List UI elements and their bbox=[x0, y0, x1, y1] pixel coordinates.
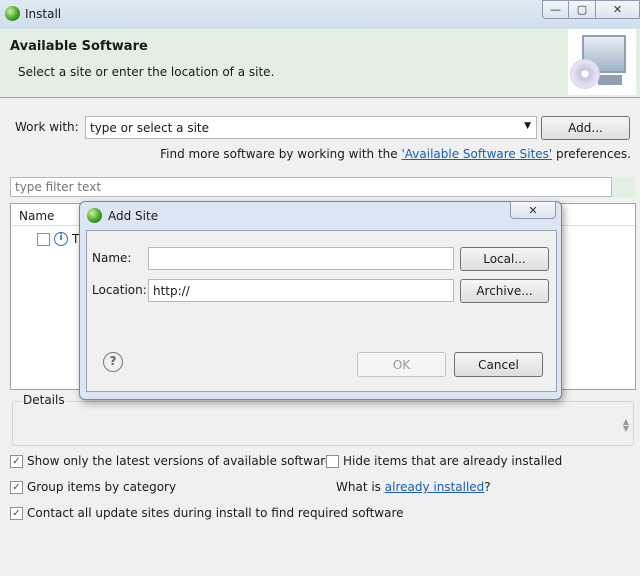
install-computer-icon bbox=[568, 29, 636, 95]
dialog-close-button[interactable]: ✕ bbox=[510, 201, 556, 219]
maximize-button[interactable]: ▢ bbox=[568, 0, 596, 19]
find-more-suffix: preferences. bbox=[552, 147, 631, 161]
page-subtitle: Select a site or enter the location of a… bbox=[18, 65, 275, 79]
what-is-installed: What is already installed? bbox=[336, 480, 491, 494]
location-label: Location: bbox=[92, 283, 147, 297]
what-is-prefix: What is bbox=[336, 480, 385, 494]
show-latest-checkbox[interactable]: ✓ bbox=[10, 454, 23, 468]
archive-button[interactable]: Archive... bbox=[460, 279, 549, 303]
details-scrollbar[interactable]: ▲ ▼ bbox=[623, 418, 629, 433]
wizard-header: Available Software Select a site or ente… bbox=[0, 29, 640, 98]
work-with-combo[interactable]: type or select a site ▼ bbox=[85, 116, 537, 139]
name-label: Name: bbox=[92, 251, 132, 265]
info-icon: i bbox=[54, 232, 68, 246]
hide-installed-checkbox[interactable] bbox=[326, 454, 339, 468]
column-name[interactable]: Name bbox=[19, 209, 54, 223]
add-button[interactable]: Add... bbox=[541, 116, 630, 140]
show-latest-label: Show only the latest versions of availab… bbox=[27, 454, 333, 468]
dropdown-arrow-icon[interactable]: ▼ bbox=[524, 121, 531, 131]
eclipse-icon bbox=[87, 208, 102, 223]
group-category-checkbox[interactable]: ✓ bbox=[10, 480, 23, 494]
hide-installed-label: Hide items that are already installed bbox=[343, 454, 563, 468]
group-category-label: Group items by category bbox=[27, 480, 177, 494]
contact-all-option[interactable]: ✓ Contact all update sites during install… bbox=[10, 506, 404, 520]
add-site-dialog: Add Site ✕ Name: Local... Location: http… bbox=[79, 201, 562, 400]
table-row[interactable]: i T bbox=[37, 232, 79, 246]
minimize-button[interactable]: — bbox=[542, 0, 569, 19]
contact-all-label: Contact all update sites during install … bbox=[27, 506, 404, 520]
dialog-content: Name: Local... Location: http:// Archive… bbox=[86, 230, 557, 392]
page-title: Available Software bbox=[10, 39, 148, 54]
details-label: Details bbox=[21, 393, 67, 407]
location-input[interactable]: http:// bbox=[148, 279, 454, 302]
work-with-value: type or select a site bbox=[90, 120, 210, 135]
work-with-label: Work with: bbox=[15, 120, 79, 134]
already-installed-link[interactable]: already installed bbox=[385, 480, 485, 494]
clear-filter-button[interactable] bbox=[613, 177, 635, 197]
find-more-text: Find more software by working with the '… bbox=[160, 147, 631, 161]
filter-input[interactable] bbox=[10, 177, 612, 197]
window-title: Install bbox=[25, 7, 62, 21]
eclipse-icon bbox=[5, 6, 20, 21]
title-bar: Install — ▢ ✕ bbox=[0, 0, 640, 29]
close-button[interactable]: ✕ bbox=[595, 0, 640, 19]
find-more-prefix: Find more software by working with the bbox=[160, 147, 402, 161]
dialog-title: Add Site bbox=[108, 209, 159, 223]
row-checkbox[interactable] bbox=[37, 232, 50, 246]
contact-all-checkbox[interactable]: ✓ bbox=[10, 506, 23, 520]
details-group: Details ▲ ▼ bbox=[12, 393, 634, 446]
help-icon[interactable]: ? bbox=[103, 352, 123, 372]
group-category-option[interactable]: ✓ Group items by category bbox=[10, 480, 176, 494]
what-is-suffix: ? bbox=[484, 480, 491, 494]
local-button[interactable]: Local... bbox=[460, 247, 549, 271]
hide-installed-option[interactable]: Hide items that are already installed bbox=[326, 454, 562, 468]
cancel-button[interactable]: Cancel bbox=[454, 352, 543, 377]
show-latest-option[interactable]: ✓ Show only the latest versions of availa… bbox=[10, 454, 332, 468]
ok-button[interactable]: OK bbox=[357, 352, 446, 377]
name-input[interactable] bbox=[148, 247, 454, 270]
available-software-sites-link[interactable]: 'Available Software Sites' bbox=[401, 147, 552, 161]
